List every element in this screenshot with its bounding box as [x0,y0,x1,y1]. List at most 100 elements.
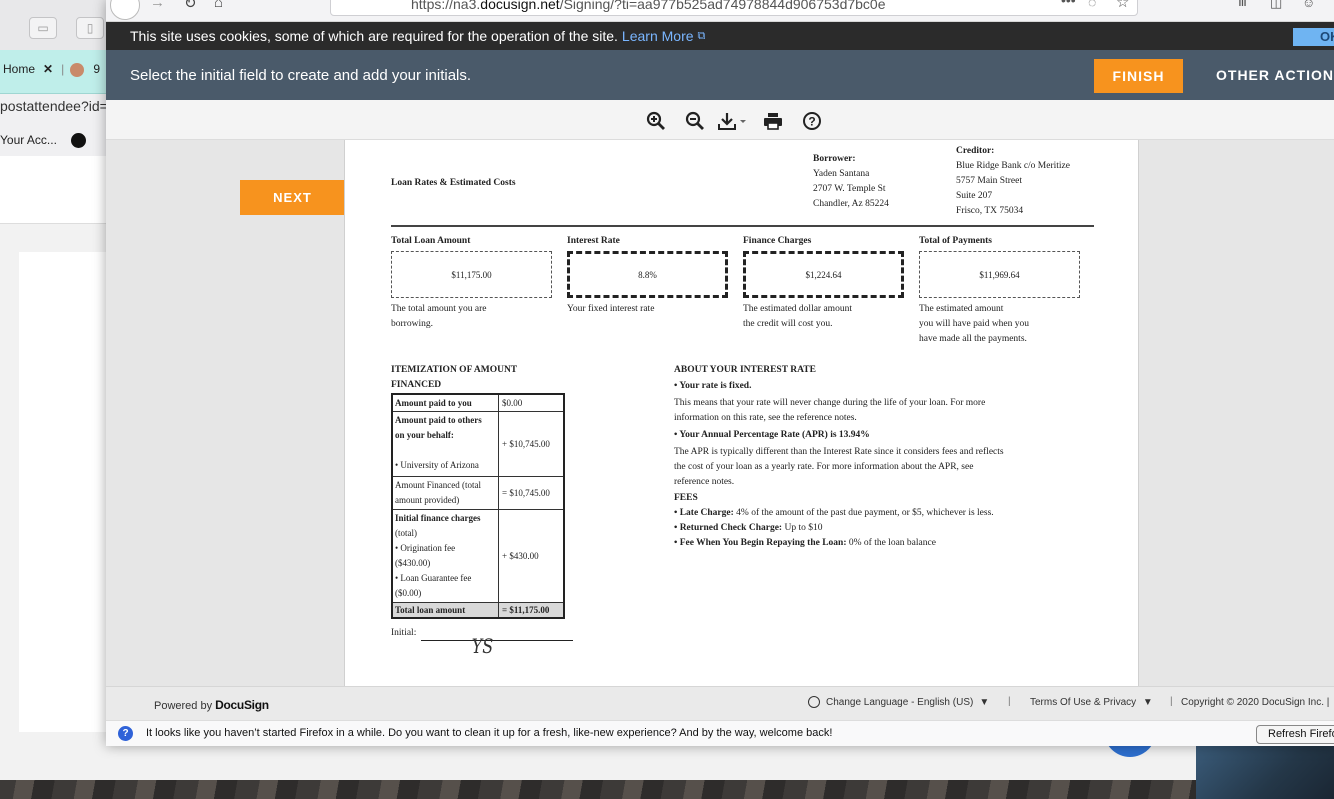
about-fixed: • Your rate is fixed. [674,381,752,391]
fees-heading: FEES [674,493,698,503]
table-cell: = $11,175.00 [502,604,550,615]
initials-signature[interactable]: YS [472,634,494,658]
table-cell-text: • Loan Guarantee fee [395,573,472,583]
summary-desc: The total amount you are [391,304,487,314]
cookie-ok-button[interactable]: OK [1293,28,1334,46]
fee-label: • Late Charge: [674,508,734,518]
fee-check: • Returned Check Charge: Up to $10 [674,521,822,536]
other-actions-button[interactable]: OTHER ACTIONS [1216,67,1334,83]
cookie-banner: This site uses cookies, some of which ar… [106,22,1334,50]
download-icon[interactable] [718,110,748,132]
desktop-wallpaper-corner [1196,740,1334,799]
next-button[interactable]: NEXT [240,180,345,215]
summary-desc: The estimated dollar amount [743,304,852,314]
about-text: information on this rate, see the refere… [674,413,857,423]
background-url-fragment[interactable]: postattendee?id= [0,98,108,114]
bookmark-your-account[interactable]: Your Acc... [0,133,57,147]
itemization-heading: ITEMIZATION OF AMOUNT [391,365,518,375]
url-prefix: https://na3. [411,0,481,12]
signing-action-bar: Select the initial field to create and a… [106,50,1334,100]
page-actions-icon[interactable]: ••• [1061,0,1076,8]
firefox-notice-text: It looks like you haven’t started Firefo… [146,727,833,739]
footer-divider: | [1008,696,1011,707]
table-cell: Amount Financed (total amount provided) [393,477,499,509]
summary-desc: Your fixed interest rate [567,304,655,314]
back-icon[interactable] [110,0,140,20]
home-icon[interactable]: ⌂ [214,0,223,11]
summary-value: 8.8% [638,269,657,280]
pocket-icon[interactable]: ◌ [1088,0,1096,10]
table-cell-text: Amount Financed (total [395,480,481,490]
svg-text:?: ? [808,115,815,129]
terms-label: Terms Of Use & Privacy [1030,697,1137,708]
cookie-text: This site uses cookies, some of which ar… [130,28,618,44]
itemization-heading: FINANCED [391,380,442,390]
table-cell: Total loan amount [393,603,499,617]
table-row: Total loan amount = $11,175.00 [393,603,563,617]
external-link-icon: ⧉ [697,29,706,42]
url-bar[interactable]: https://na3. docusign.net/Signing/?ti=aa9… [330,0,1138,16]
fee-text: 4% of the amount of the past due payment… [736,508,994,518]
info-icon: ? [118,726,133,741]
docusign-browser-window: → ↻ ⌂ https://na3. docusign.net/Signing/?… [106,0,1334,746]
summary-value: $11,969.64 [979,269,1020,280]
header-divider [391,225,1094,227]
document-title: Loan Rates & Estimated Costs [391,178,516,188]
summary-desc: the credit will cost you. [743,319,833,329]
bookmark-star-icon[interactable]: ☆ [1116,0,1129,11]
summary-value-box: $1,224.64 [743,251,904,298]
table-cell-text: • University of Arizona [395,460,479,470]
table-row: Amount Financed (total amount provided) … [393,477,563,510]
about-text: This means that your rate will never cha… [674,398,986,408]
finish-button[interactable]: FINISH [1094,59,1183,93]
summary-desc: The estimated amount [919,304,1004,314]
forward-icon[interactable]: → [150,0,165,11]
refresh-firefox-button[interactable]: Refresh Firefox [1256,725,1334,744]
table-cell: Amount paid to others on your behalf: • … [393,412,499,476]
url-domain: docusign.net [480,0,560,12]
sidebar-icon[interactable]: ◫ [1270,0,1282,11]
borrower-address1: 2707 W. Temple St [813,184,886,194]
close-icon[interactable]: ✕ [43,62,53,76]
table-cell: Initial finance charges (total) • Origin… [393,510,499,602]
summary-label: Finance Charges [743,236,812,246]
creditor-address2: Suite 207 [956,191,993,201]
learn-more-link[interactable]: Learn More [622,28,694,44]
summary-value-box: $11,969.64 [919,251,1080,298]
summary-label: Total of Payments [919,236,993,246]
archive-icon[interactable]: ▭ [29,17,57,39]
github-icon[interactable] [70,132,86,148]
table-cell-text: Amount paid to others [395,415,482,425]
initial-line [421,640,573,641]
creditor-address3: Frisco, TX 75034 [956,206,1024,216]
summary-value-box: $11,175.00 [391,251,552,298]
trash-icon[interactable]: ▯ [76,17,104,39]
borrower-heading: Borrower: [813,154,856,164]
docusign-footer: Powered by DocuSign Change Language - En… [106,686,1334,720]
background-tab-home[interactable]: Home ✕ | [3,62,64,76]
reload-icon[interactable]: ↻ [184,0,197,12]
table-cell: = $10,745.00 [502,487,550,498]
print-icon[interactable] [762,110,784,132]
about-text: reference notes. [674,477,735,487]
globe-icon [808,696,820,708]
docusign-logo: DocuSign [215,698,269,712]
summary-value: $11,175.00 [451,269,492,280]
help-icon[interactable]: ? [801,110,823,132]
summary-desc: you will have paid when you [919,319,1030,329]
zoom-out-icon[interactable] [684,110,706,132]
table-cell-text: ($0.00) [395,588,422,598]
background-tab-2[interactable]: 9 [70,62,100,77]
document-toolbar: ? [106,100,1334,140]
library-icon[interactable]: Ⅲ [1238,0,1247,10]
summary-desc: borrowing. [391,319,433,329]
fee-late: • Late Charge: 4% of the amount of the p… [674,506,994,521]
tab-favicon-icon [70,62,84,77]
change-language[interactable]: Change Language - English (US) ▼ [808,696,989,708]
creditor-name: Blue Ridge Bank c/o Meritize [956,161,1070,171]
account-icon[interactable]: ☺ [1302,0,1315,10]
terms-link[interactable]: Terms Of Use & Privacy ▼ [1030,697,1153,708]
summary-value-box: 8.8% [567,251,728,298]
zoom-in-icon[interactable] [645,110,667,132]
fee-text: Up to $10 [784,523,823,533]
